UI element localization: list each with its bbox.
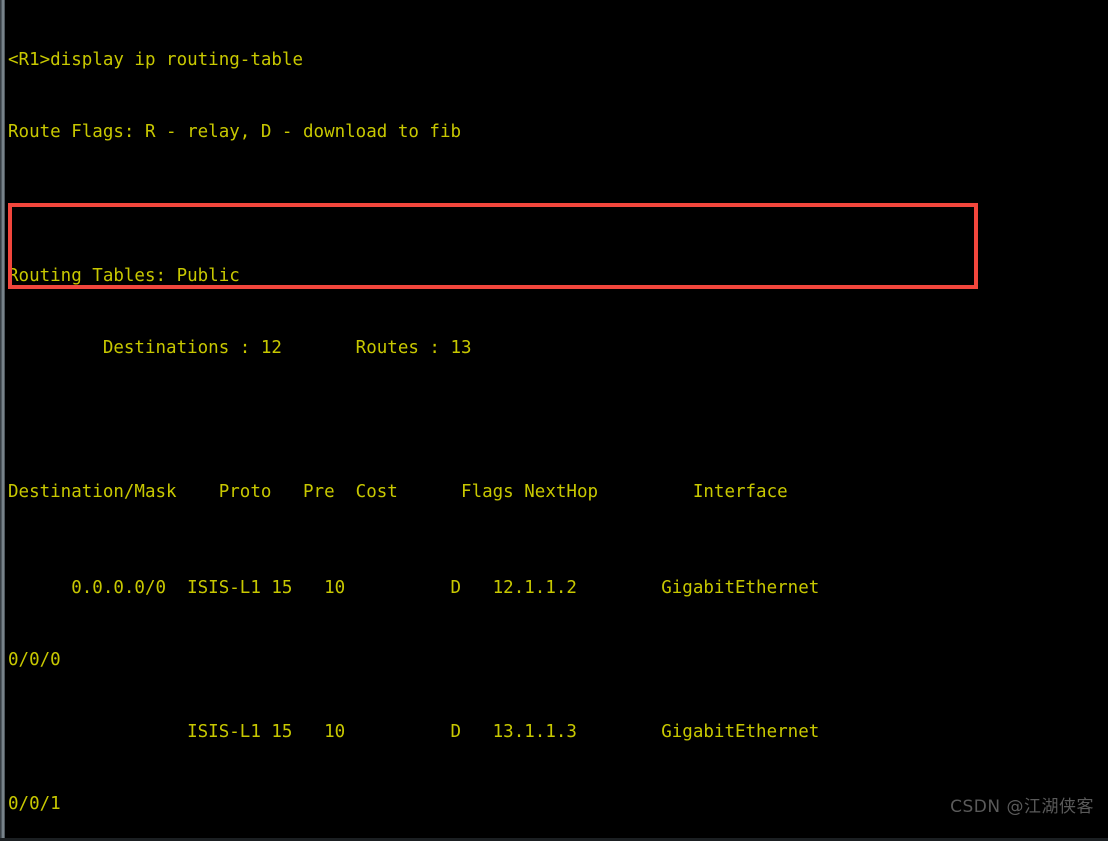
terminal-output-area[interactable]: <R1>display ip routing-table Route Flags… bbox=[5, 0, 1108, 841]
table-row-wrap: 0/0/1 bbox=[8, 794, 61, 814]
table-row-wrap: 0/0/0 bbox=[8, 650, 61, 670]
csdn-watermark: CSDN @江湖侠客 bbox=[950, 797, 1094, 817]
table-column-headers: Destination/Mask Proto Pre Cost Flags Ne… bbox=[8, 482, 788, 502]
routing-tables-title: Routing Tables: Public bbox=[8, 266, 240, 286]
destinations-routes-counts: Destinations : 12 Routes : 13 bbox=[8, 338, 472, 358]
table-row: ISIS-L1 15 10 D 13.1.1.3 GigabitEthernet bbox=[8, 722, 820, 742]
table-row: 0.0.0.0/0 ISIS-L1 15 10 D 12.1.1.2 Gigab… bbox=[8, 578, 820, 598]
terminal-window: <R1>display ip routing-table Route Flags… bbox=[0, 0, 1108, 841]
command-line: <R1>display ip routing-table bbox=[8, 50, 304, 70]
route-flags-legend: Route Flags: R - relay, D - download to … bbox=[8, 122, 462, 142]
separator-rule: ----------------------------------------… bbox=[8, 194, 830, 214]
